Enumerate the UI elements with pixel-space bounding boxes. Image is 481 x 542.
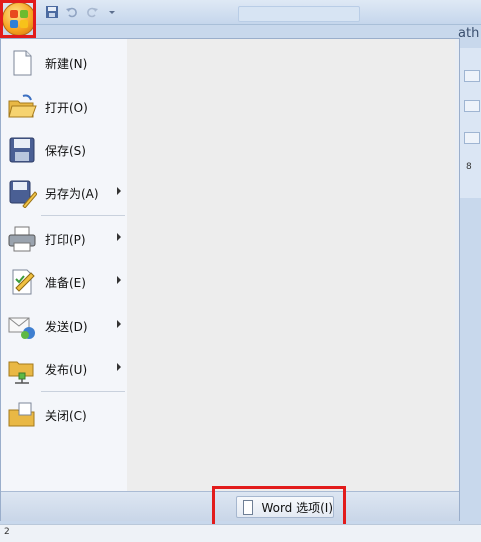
save-as-icon bbox=[7, 178, 38, 209]
menu-item-open[interactable]: 打开(O) bbox=[1, 87, 127, 127]
title-bar bbox=[0, 0, 481, 25]
submenu-arrow-icon bbox=[117, 276, 121, 284]
submenu-arrow-icon bbox=[117, 233, 121, 241]
ribbon-edge: 8 bbox=[459, 48, 481, 198]
align-icon[interactable] bbox=[464, 100, 480, 112]
menu-item-label: 关闭(C) bbox=[45, 408, 87, 423]
menu-item-save[interactable]: 保存(S) bbox=[1, 130, 127, 170]
menu-item-label: 新建(N) bbox=[45, 56, 88, 71]
qat-save-button[interactable] bbox=[44, 4, 60, 20]
ribbon-control[interactable] bbox=[464, 70, 480, 82]
office-menu: 新建(N) 打开(O) 保存(S) 另存为(A) 打印(P) 准备(E) 发送(… bbox=[0, 38, 460, 521]
menu-item-label: 保存(S) bbox=[45, 143, 86, 158]
menu-item-label: 另存为(A) bbox=[45, 186, 99, 201]
save-icon bbox=[46, 6, 58, 18]
menu-item-label: 打开(O) bbox=[45, 100, 88, 115]
ribbon-control[interactable] bbox=[464, 132, 480, 144]
open-folder-icon bbox=[7, 92, 37, 122]
submenu-arrow-icon bbox=[117, 187, 121, 195]
menu-item-close[interactable]: 关闭(C) bbox=[1, 395, 127, 435]
highlight-box-word-options bbox=[212, 486, 346, 528]
undo-icon bbox=[66, 7, 77, 18]
redo-icon bbox=[87, 7, 98, 18]
menu-separator bbox=[41, 215, 125, 216]
page-number: 2 bbox=[4, 527, 10, 537]
menu-item-publish[interactable]: 发布(U) bbox=[1, 349, 127, 389]
menu-separator bbox=[41, 391, 125, 392]
save-disk-icon bbox=[7, 135, 37, 165]
menu-item-label: 发布(U) bbox=[45, 362, 88, 377]
menu-item-new[interactable]: 新建(N) bbox=[1, 43, 127, 83]
status-strip bbox=[0, 524, 481, 542]
menu-commands: 新建(N) 打开(O) 保存(S) 另存为(A) 打印(P) 准备(E) 发送(… bbox=[1, 39, 128, 491]
title-text-fragment: ath bbox=[458, 26, 480, 41]
submenu-arrow-icon bbox=[117, 320, 121, 328]
prepare-icon bbox=[7, 267, 37, 297]
send-icon bbox=[7, 311, 37, 341]
menu-item-label: 打印(P) bbox=[45, 232, 86, 247]
new-document-icon bbox=[7, 48, 37, 78]
quick-access-toolbar bbox=[44, 3, 120, 21]
ruler-number: 8 bbox=[466, 162, 472, 172]
recent-documents-pane bbox=[127, 39, 455, 491]
qat-redo-button[interactable] bbox=[84, 4, 100, 20]
submenu-arrow-icon bbox=[117, 363, 121, 371]
menu-item-send[interactable]: 发送(D) bbox=[1, 306, 127, 346]
chevron-down-icon bbox=[109, 11, 115, 14]
qat-customize-button[interactable] bbox=[104, 4, 120, 20]
menu-item-save-as[interactable]: 另存为(A) bbox=[1, 173, 127, 213]
menu-item-prepare[interactable]: 准备(E) bbox=[1, 262, 127, 302]
menu-item-label: 发送(D) bbox=[45, 319, 88, 334]
close-folder-icon bbox=[7, 400, 37, 430]
menu-item-label: 准备(E) bbox=[45, 275, 86, 290]
printer-icon bbox=[7, 224, 37, 254]
qat-undo-button[interactable] bbox=[64, 4, 80, 20]
menu-item-print[interactable]: 打印(P) bbox=[1, 219, 127, 259]
publish-icon bbox=[7, 354, 37, 384]
title-area bbox=[238, 6, 360, 22]
highlight-box-office-button bbox=[0, 0, 36, 38]
